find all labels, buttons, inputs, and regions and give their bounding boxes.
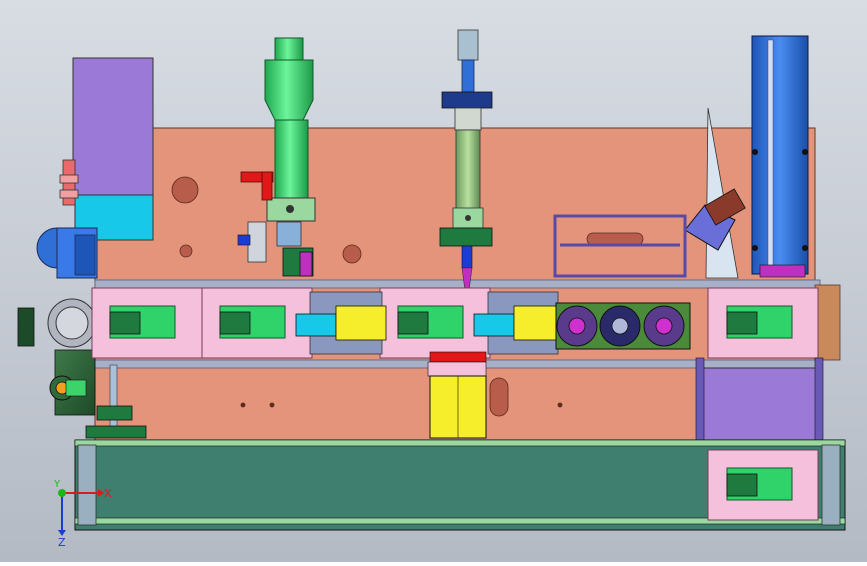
x-axis-label: X xyxy=(104,487,112,500)
left-pneumatic-fitting xyxy=(59,159,79,206)
left-valve xyxy=(49,349,96,416)
gear-station xyxy=(555,302,691,350)
right-blue-column xyxy=(751,35,809,278)
rod-base xyxy=(85,425,147,439)
vertical-slot-hole xyxy=(489,377,509,417)
left-control-box xyxy=(72,57,154,241)
yellow-slide-block xyxy=(427,351,487,439)
y-axis-label: Y xyxy=(53,479,61,490)
z-axis-label: Z xyxy=(58,536,66,549)
cad-viewport[interactable]: X Y Z xyxy=(0,0,867,562)
right-purple-block xyxy=(695,357,824,449)
slot-hole xyxy=(586,232,644,246)
assembly-drawing[interactable]: X Y Z xyxy=(0,0,867,562)
rod-clamp xyxy=(96,405,133,421)
conveyor-fixture xyxy=(707,449,819,521)
left-guide-rod xyxy=(109,364,118,436)
